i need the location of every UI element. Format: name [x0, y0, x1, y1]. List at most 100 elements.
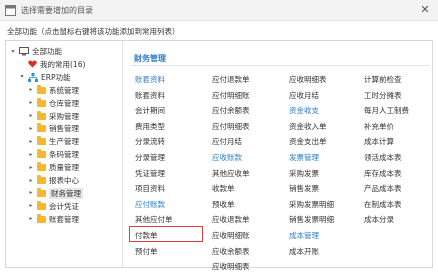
- expand-toggle-icon[interactable]: ▸: [27, 177, 35, 185]
- function-item[interactable]: 其他应收单: [212, 168, 250, 179]
- tree-ledger-mgmt[interactable]: ▸ 账套管理: [27, 213, 79, 225]
- window-title: 选择需要增加的目录: [21, 5, 93, 15]
- folder-icon: [37, 84, 46, 94]
- folder-icon: [37, 149, 46, 159]
- category-header: 资金收支: [289, 106, 319, 116]
- folder-icon: [37, 123, 46, 133]
- function-item[interactable]: 其他应付单: [135, 214, 173, 225]
- expand-toggle-icon[interactable]: ▸: [27, 189, 35, 197]
- collapse-toggle-icon[interactable]: ▾: [18, 73, 26, 81]
- expand-toggle-icon[interactable]: ▸: [27, 151, 35, 159]
- close-icon[interactable]: ✕: [419, 4, 431, 16]
- tree-node-label: 系统管理: [49, 85, 79, 95]
- tree-node-label: 我的常用(16): [40, 59, 86, 69]
- function-item[interactable]: 应付明细表: [212, 121, 250, 132]
- tree-node-label: 生产管理: [49, 137, 79, 147]
- folder-icon: [37, 162, 46, 172]
- function-item[interactable]: 项目资料: [135, 183, 165, 194]
- folder-icon: [37, 175, 46, 184]
- section-divider: [131, 65, 430, 66]
- function-item[interactable]: 销售发票明细: [289, 214, 334, 225]
- tree-node-label: 条码管理: [49, 150, 79, 160]
- function-item[interactable]: 在制成本表: [364, 199, 402, 210]
- function-item[interactable]: 资金支出单: [289, 136, 327, 147]
- expand-toggle-icon[interactable]: ▸: [27, 112, 35, 120]
- toggle-spacer: [18, 60, 26, 68]
- app-window-icon: [5, 4, 16, 16]
- function-item[interactable]: 费用类型: [135, 121, 165, 132]
- function-item[interactable]: 应收明细表: [212, 261, 250, 272]
- function-item[interactable]: 工时分摊表: [364, 90, 402, 101]
- function-item[interactable]: 应收明细账: [212, 230, 250, 241]
- tree-finance-mgmt[interactable]: ▸ 财务管理: [27, 187, 83, 199]
- tree-node-label: 质量管理: [49, 163, 79, 173]
- tree-node-label: 账套管理: [49, 214, 79, 224]
- function-item[interactable]: 成本分录: [364, 214, 394, 225]
- expand-toggle-icon[interactable]: ▸: [27, 164, 35, 172]
- tree-node-label: 会计凭证: [49, 201, 79, 211]
- collapse-toggle-icon[interactable]: ▾: [9, 48, 17, 56]
- function-item[interactable]: 采购发票: [289, 168, 319, 179]
- category-header: 应收账款: [212, 153, 242, 162]
- tree-node-label: 财务管理: [49, 187, 83, 199]
- function-item[interactable]: 库存成本表: [364, 168, 402, 179]
- tree-root-all[interactable]: ▾ 全部功能: [9, 46, 62, 57]
- tree-reports[interactable]: ▸ 报表中心: [27, 175, 79, 186]
- function-item[interactable]: 会计期间: [135, 105, 165, 116]
- function-tree: ▾ 全部功能 我的常用(16) ▾ ERP功能 ▸ 系统管理 ▸ 仓库管理 ▸ 采购管理 ▸ 销售管理 ▸…: [6, 41, 123, 267]
- function-item[interactable]: 应收月结: [289, 90, 319, 101]
- org-chart-icon: [28, 72, 38, 82]
- tree-favorites[interactable]: 我的常用(16): [18, 59, 85, 70]
- function-item[interactable]: 采购发票明细: [289, 199, 334, 210]
- function-item[interactable]: 每月人工制费: [364, 105, 409, 116]
- expand-toggle-icon[interactable]: ▸: [27, 125, 35, 133]
- tree-accounting-voucher[interactable]: ▸ 会计凭证: [27, 200, 79, 212]
- function-item[interactable]: 预付单: [135, 246, 158, 257]
- function-item[interactable]: 预收单: [212, 199, 235, 210]
- tree-erp[interactable]: ▾ ERP功能: [18, 72, 70, 83]
- function-item[interactable]: 销售发票: [289, 183, 319, 194]
- expand-toggle-icon[interactable]: ▸: [27, 138, 35, 146]
- function-item[interactable]: 补充单价: [364, 121, 394, 132]
- expand-toggle-icon[interactable]: ▸: [27, 215, 35, 223]
- function-item[interactable]: 收款单: [212, 183, 235, 194]
- heart-icon: [28, 60, 37, 68]
- function-item[interactable]: 应收明细表: [289, 74, 327, 85]
- tree-barcode-mgmt[interactable]: ▸ 条码管理: [27, 149, 79, 160]
- folder-icon: [37, 136, 46, 146]
- function-item[interactable]: 分录管理: [135, 152, 165, 163]
- function-item[interactable]: 资金收入单: [289, 121, 327, 132]
- tree-system-mgmt[interactable]: ▸ 系统管理: [27, 84, 79, 96]
- function-item[interactable]: 应收余额表: [212, 246, 250, 257]
- tree-warehouse-mgmt[interactable]: ▸ 仓库管理: [27, 97, 79, 109]
- function-item[interactable]: 产品成本表: [364, 183, 402, 194]
- function-item[interactable]: 应收退款单: [212, 214, 250, 225]
- function-panel: 财务管理 账套资料 账套资料 会计期间 费用类型 分录流转 分录管理 凭证管理 项目资料 应付账…: [123, 41, 432, 271]
- tree-production-mgmt[interactable]: ▸ 生产管理: [27, 136, 79, 147]
- function-item[interactable]: 分录流转: [135, 136, 165, 147]
- tree-node-label: 报表中心: [49, 176, 79, 185]
- tree-sales-mgmt[interactable]: ▸ 销售管理: [27, 123, 79, 134]
- tree-node-label: 采购管理: [49, 111, 79, 121]
- function-item[interactable]: 应付明细账: [212, 90, 250, 101]
- function-item[interactable]: 成本计算: [364, 136, 394, 147]
- function-item[interactable]: 账套资料: [135, 90, 165, 101]
- folder-icon: [37, 213, 46, 223]
- tree-node-label: 销售管理: [49, 124, 79, 134]
- tree-node-label: ERP功能: [41, 72, 71, 82]
- function-item[interactable]: 凭证管理: [135, 168, 165, 179]
- tree-node-label: 仓库管理: [49, 98, 79, 108]
- function-item[interactable]: 领活成本表: [364, 152, 402, 163]
- expand-toggle-icon[interactable]: ▸: [27, 99, 35, 107]
- function-item[interactable]: 应付余额表: [212, 105, 250, 116]
- function-item[interactable]: 计算前检查: [364, 74, 402, 85]
- tree-purchase-mgmt[interactable]: ▸ 采购管理: [27, 110, 79, 122]
- tree-quality-mgmt[interactable]: ▸ 质量管理: [27, 162, 79, 173]
- function-item[interactable]: 应付退款单: [212, 74, 250, 85]
- function-item[interactable]: 成本开账: [289, 246, 319, 257]
- section-title: 财务管理: [134, 54, 166, 63]
- title-bar: 选择需要增加的目录 ✕: [0, 0, 438, 21]
- expand-toggle-icon[interactable]: ▸: [27, 86, 35, 94]
- expand-toggle-icon[interactable]: ▸: [27, 202, 35, 210]
- function-item[interactable]: 应付月结: [212, 136, 242, 147]
